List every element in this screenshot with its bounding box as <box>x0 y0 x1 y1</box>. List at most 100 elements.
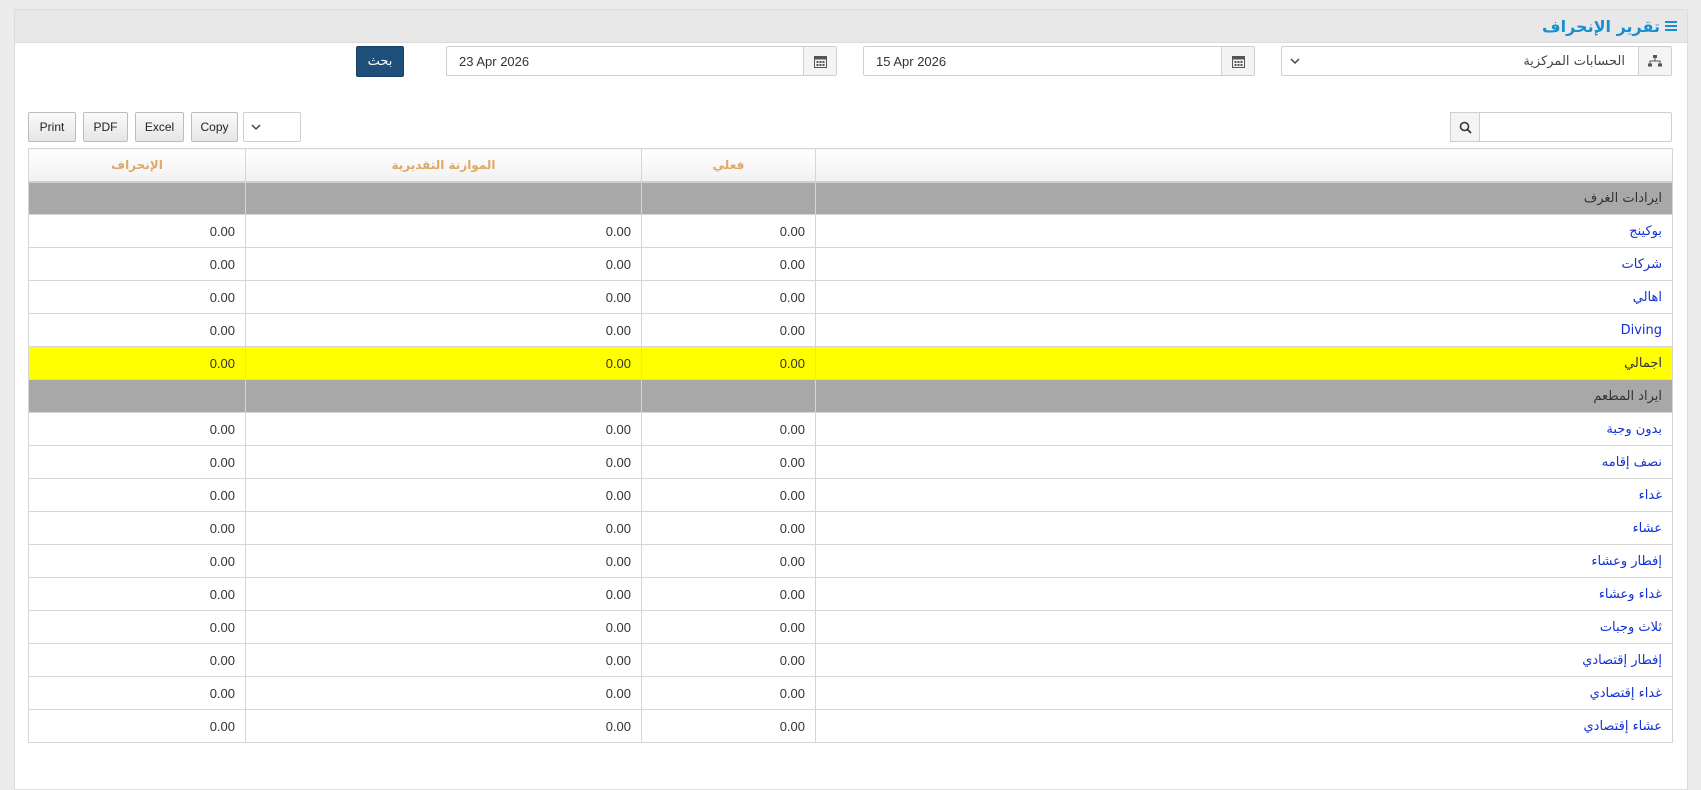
variance-cell: 0.00 <box>28 214 246 248</box>
page-title-text: تقرير الإنحراف <box>1542 16 1660 36</box>
variance-cell: 0.00 <box>28 709 246 743</box>
actual-cell: 0.00 <box>641 313 816 347</box>
column-header-account[interactable] <box>815 148 1673 183</box>
account-name-cell[interactable]: بدون وجبة <box>815 412 1673 446</box>
table-row: 0.00 0.00 0.00 ثلاث وجبات <box>28 610 1673 644</box>
actual-cell: 0.00 <box>641 544 816 578</box>
page-length-select[interactable] <box>243 112 301 142</box>
account-select[interactable]: الحسابات المركزية <box>1281 46 1672 76</box>
sitemap-icon <box>1638 47 1671 75</box>
account-name-cell[interactable]: شركات <box>815 247 1673 281</box>
actual-cell: 0.00 <box>641 709 816 743</box>
account-name-cell[interactable]: عشاء إقتصادي <box>815 709 1673 743</box>
budget-cell <box>245 379 642 413</box>
page-title: تقرير الإنحراف <box>1542 16 1677 36</box>
table-row: 0.00 0.00 0.00 نصف إقامه <box>28 445 1673 479</box>
copy-button[interactable]: Copy <box>191 112 238 142</box>
table-row: 0.00 0.00 0.00 غداء وعشاء <box>28 577 1673 611</box>
calendar-icon[interactable] <box>1221 47 1254 75</box>
account-name-cell[interactable]: غداء إقتصادي <box>815 676 1673 710</box>
report-table: الإنحراف الموازنة التقديرية فعلي ايرادات… <box>28 148 1673 743</box>
variance-cell: 0.00 <box>28 544 246 578</box>
table-row: 0.00 0.00 0.00 بدون وجبة <box>28 412 1673 446</box>
group-row: ايرادات الغرف <box>28 181 1673 215</box>
date-from-value: 15 Apr 2026 <box>876 53 947 69</box>
calendar-icon[interactable] <box>803 47 836 75</box>
account-name-cell[interactable]: إفطار وعشاء <box>815 544 1673 578</box>
actual-cell: 0.00 <box>641 346 816 380</box>
group-row: ايراد المطعم <box>28 379 1673 413</box>
table-row: 0.00 0.00 0.00 إفطار إقتصادي <box>28 643 1673 677</box>
actual-cell: 0.00 <box>641 478 816 512</box>
search-button[interactable]: بحث <box>356 46 404 77</box>
budget-cell <box>245 181 642 215</box>
budget-cell: 0.00 <box>245 643 642 677</box>
actual-cell: 0.00 <box>641 511 816 545</box>
account-name-cell[interactable]: بوكينج <box>815 214 1673 248</box>
budget-cell: 0.00 <box>245 577 642 611</box>
budget-cell: 0.00 <box>245 346 642 380</box>
actual-cell: 0.00 <box>641 577 816 611</box>
actual-cell: 0.00 <box>641 676 816 710</box>
actual-cell: 0.00 <box>641 412 816 446</box>
chevron-down-icon <box>251 124 261 131</box>
account-name-cell: ايراد المطعم <box>815 379 1673 413</box>
date-from-field[interactable]: 15 Apr 2026 <box>863 46 1255 76</box>
table-row: 0.00 0.00 0.00 عشاء <box>28 511 1673 545</box>
table-row: 0.00 0.00 0.00 اهالي <box>28 280 1673 314</box>
account-name-cell: ايرادات الغرف <box>815 181 1673 215</box>
variance-cell: 0.00 <box>28 412 246 446</box>
account-name-cell[interactable]: ثلاث وجبات <box>815 610 1673 644</box>
variance-cell: 0.00 <box>28 676 246 710</box>
account-name-cell[interactable]: غداء <box>815 478 1673 512</box>
table-row: 0.00 0.00 0.00 إفطار وعشاء <box>28 544 1673 578</box>
budget-cell: 0.00 <box>245 478 642 512</box>
table-row: 0.00 0.00 0.00 غداء <box>28 478 1673 512</box>
actual-cell: 0.00 <box>641 214 816 248</box>
actual-cell: 0.00 <box>641 610 816 644</box>
account-name-cell[interactable]: إفطار إقتصادي <box>815 643 1673 677</box>
table-header-row: الإنحراف الموازنة التقديرية فعلي <box>28 148 1673 183</box>
table-body: ايرادات الغرف 0.00 0.00 0.00 بوكينج 0.00 0.00 0… <box>28 181 1673 743</box>
budget-cell: 0.00 <box>245 445 642 479</box>
date-to-field[interactable]: 23 Apr 2026 <box>446 46 837 76</box>
actual-cell <box>641 379 816 413</box>
variance-cell: 0.00 <box>28 643 246 677</box>
account-name-cell[interactable]: عشاء <box>815 511 1673 545</box>
total-row: 0.00 0.00 0.00 اجمالي <box>28 346 1673 380</box>
variance-cell <box>28 181 246 215</box>
actual-cell: 0.00 <box>641 280 816 314</box>
account-name-cell[interactable]: نصف إقامه <box>815 445 1673 479</box>
column-header-variance[interactable]: الإنحراف <box>28 148 246 183</box>
budget-cell: 0.00 <box>245 280 642 314</box>
search-icon <box>1450 112 1480 142</box>
variance-cell: 0.00 <box>28 610 246 644</box>
table-row: 0.00 0.00 0.00 غداء إقتصادي <box>28 676 1673 710</box>
variance-cell: 0.00 <box>28 280 246 314</box>
budget-cell: 0.00 <box>245 676 642 710</box>
budget-cell: 0.00 <box>245 709 642 743</box>
table-search-input[interactable] <box>1450 112 1672 142</box>
column-header-actual[interactable]: فعلي <box>641 148 816 183</box>
column-header-budget[interactable]: الموازنة التقديرية <box>245 148 642 183</box>
budget-cell: 0.00 <box>245 214 642 248</box>
budget-cell: 0.00 <box>245 313 642 347</box>
variance-cell: 0.00 <box>28 445 246 479</box>
account-name-cell[interactable]: اهالي <box>815 280 1673 314</box>
variance-cell: 0.00 <box>28 577 246 611</box>
budget-cell: 0.00 <box>245 544 642 578</box>
actual-cell: 0.00 <box>641 247 816 281</box>
pdf-button[interactable]: PDF <box>83 112 128 142</box>
account-name-cell: اجمالي <box>815 346 1673 380</box>
print-button[interactable]: Print <box>28 112 76 142</box>
actual-cell: 0.00 <box>641 445 816 479</box>
account-name-cell[interactable]: Diving <box>815 313 1673 347</box>
date-to-value: 23 Apr 2026 <box>459 53 530 69</box>
table-row: 0.00 0.00 0.00 شركات <box>28 247 1673 281</box>
budget-cell: 0.00 <box>245 247 642 281</box>
chevron-down-icon <box>1290 58 1300 65</box>
account-name-cell[interactable]: غداء وعشاء <box>815 577 1673 611</box>
excel-button[interactable]: Excel <box>135 112 184 142</box>
variance-cell: 0.00 <box>28 478 246 512</box>
budget-cell: 0.00 <box>245 610 642 644</box>
